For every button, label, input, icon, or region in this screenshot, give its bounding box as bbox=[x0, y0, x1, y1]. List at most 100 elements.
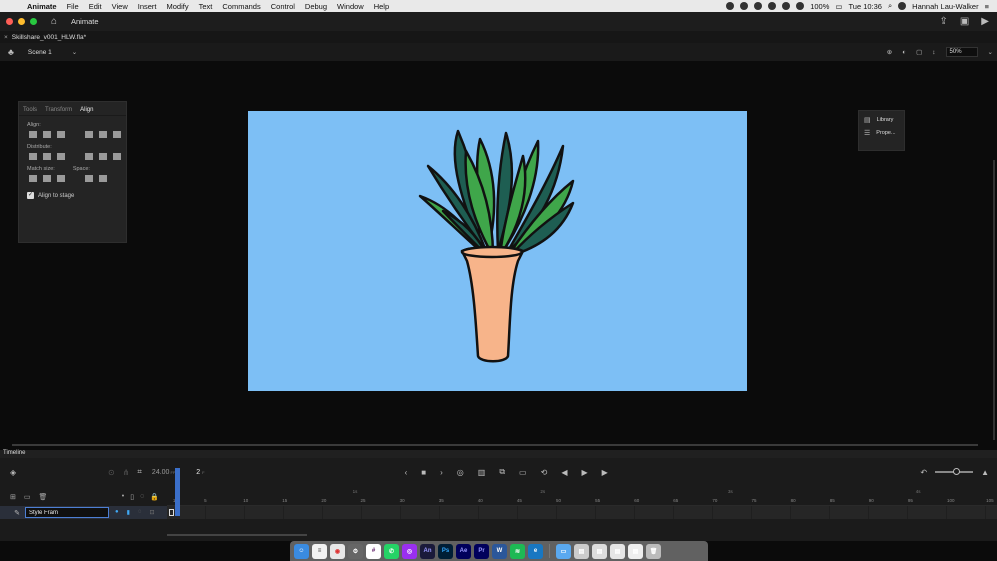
edge-icon[interactable]: e bbox=[528, 543, 543, 559]
menu-app-name[interactable]: Animate bbox=[22, 2, 62, 11]
slack-icon[interactable]: # bbox=[366, 543, 381, 559]
stage[interactable] bbox=[248, 111, 747, 391]
after-effects-icon[interactable]: Ae bbox=[456, 543, 471, 559]
tab-tools[interactable]: Tools bbox=[23, 107, 37, 115]
new-layer-icon[interactable]: ⊞ bbox=[10, 493, 16, 501]
align-to-stage-checkbox[interactable]: ✓ Align to stage bbox=[19, 182, 126, 199]
frames-row[interactable] bbox=[167, 506, 997, 519]
distribute-left-button[interactable] bbox=[85, 153, 93, 160]
layer-row[interactable]: ✎ ● ▮ ◌ ⊡ bbox=[0, 506, 167, 519]
stage-vertical-scrollbar[interactable] bbox=[993, 160, 995, 440]
share-icon[interactable]: ⇪ bbox=[939, 16, 947, 27]
repeat-icon[interactable]: ⟲ bbox=[541, 468, 548, 477]
fps-value[interactable]: 24.00 bbox=[152, 469, 170, 476]
parenting-icon[interactable]: ⋔ bbox=[123, 468, 130, 477]
downloads-folder-icon[interactable]: ▭ bbox=[556, 543, 571, 559]
control-center-icon[interactable]: ≡ bbox=[985, 2, 989, 11]
next-keyframe-icon[interactable]: › bbox=[440, 468, 443, 477]
align-left-button[interactable] bbox=[29, 131, 37, 138]
slider-handle[interactable] bbox=[953, 468, 961, 475]
zoom-chevron-icon[interactable]: ⌄ bbox=[988, 48, 993, 56]
space-vertical-button[interactable] bbox=[85, 175, 93, 182]
chevron-down-icon[interactable]: ⌄ bbox=[72, 48, 77, 56]
outline-icon[interactable]: ▯ bbox=[130, 493, 134, 501]
close-tab-icon[interactable]: × bbox=[4, 34, 8, 41]
library-item[interactable]: ▤ Library bbox=[859, 111, 904, 124]
prev-keyframe-icon[interactable]: ‹ bbox=[405, 468, 408, 477]
menu-view[interactable]: View bbox=[107, 2, 133, 11]
align-top-button[interactable] bbox=[85, 131, 93, 138]
menu-commands[interactable]: Commands bbox=[217, 2, 265, 11]
podcasts-icon[interactable]: ◎ bbox=[402, 543, 417, 559]
zoom-input[interactable]: 50% bbox=[945, 47, 978, 57]
match-width-button[interactable] bbox=[29, 175, 37, 182]
timeline-zoom-slider[interactable] bbox=[935, 468, 974, 475]
creative-cloud-icon[interactable] bbox=[754, 2, 763, 10]
frame-ruler[interactable]: 1510152025303540455055606570758085909510… bbox=[167, 488, 997, 506]
distribute-right-button[interactable] bbox=[113, 153, 121, 160]
record-icon[interactable] bbox=[726, 2, 735, 10]
layers-icon[interactable]: ◈ bbox=[10, 468, 16, 477]
menu-edit[interactable]: Edit bbox=[84, 2, 107, 11]
menu-debug[interactable]: Debug bbox=[300, 2, 332, 11]
match-height-button[interactable] bbox=[43, 175, 51, 182]
recent-file-4-icon[interactable]: ▤ bbox=[628, 543, 643, 559]
step-back-icon[interactable]: ◀︎ bbox=[561, 468, 567, 477]
user-name[interactable]: Hannah Lau-Walker bbox=[912, 2, 978, 11]
align-bottom-button[interactable] bbox=[113, 131, 121, 138]
battery-icon[interactable]: ▭ bbox=[835, 2, 842, 11]
center-frame-icon[interactable]: ⧉ bbox=[499, 467, 505, 477]
match-both-button[interactable] bbox=[57, 175, 65, 182]
scene-icon[interactable]: ♣ bbox=[8, 47, 14, 57]
document-tab[interactable]: Skillshare_v001_HLW.fla* bbox=[12, 34, 86, 41]
test-movie-icon[interactable]: ▶ bbox=[981, 16, 989, 27]
photoshop-icon[interactable]: Ps bbox=[438, 543, 453, 559]
highlight-icon[interactable]: • bbox=[122, 493, 124, 501]
recent-file-3-icon[interactable]: ▤ bbox=[610, 543, 625, 559]
spotify-icon[interactable]: ≋ bbox=[510, 543, 525, 559]
delete-layer-icon[interactable]: 🗑 bbox=[39, 493, 48, 501]
new-folder-icon[interactable]: ▭ bbox=[24, 493, 31, 501]
edit-multiple-frames-icon[interactable]: ▥ bbox=[478, 468, 486, 477]
menu-help[interactable]: Help bbox=[369, 2, 394, 11]
maximize-window-button[interactable] bbox=[30, 18, 37, 25]
volume-icon[interactable] bbox=[796, 2, 805, 10]
tab-align[interactable]: Align bbox=[80, 107, 93, 115]
mountain-icon[interactable]: ▲ bbox=[981, 468, 989, 477]
center-stage-icon[interactable]: ⊕ bbox=[887, 48, 892, 56]
notes-icon[interactable]: ≡ bbox=[312, 543, 327, 559]
onion-skin-icon[interactable]: ◎ bbox=[457, 468, 464, 477]
workspace-icon[interactable]: ▣ bbox=[960, 16, 969, 27]
loop-icon[interactable]: ▭ bbox=[519, 468, 527, 477]
undo-zoom-icon[interactable]: ↶ bbox=[920, 468, 927, 477]
spotlight-search-icon[interactable]: ⌕ bbox=[888, 1, 892, 11]
align-middle-v-button[interactable] bbox=[99, 131, 107, 138]
checkbox-checked-icon[interactable]: ✓ bbox=[27, 192, 34, 199]
tab-transform[interactable]: Transform bbox=[45, 107, 72, 115]
frames-area[interactable]: 1510152025303540455055606570758085909510… bbox=[167, 468, 997, 520]
fit-icon[interactable]: ↕ bbox=[932, 49, 935, 56]
align-center-h-button[interactable] bbox=[43, 131, 51, 138]
premiere-icon[interactable]: Pr bbox=[474, 543, 489, 559]
menu-file[interactable]: File bbox=[62, 2, 84, 11]
properties-item[interactable]: ☰ Prope... bbox=[859, 124, 904, 137]
wifi-icon[interactable] bbox=[782, 2, 791, 10]
scene-name[interactable]: Scene 1 bbox=[28, 49, 52, 56]
layer-outline-icon[interactable]: ▮ bbox=[127, 509, 130, 516]
menu-control[interactable]: Control bbox=[266, 2, 300, 11]
distribute-bottom-button[interactable] bbox=[57, 153, 65, 160]
menu-window[interactable]: Window bbox=[332, 2, 369, 11]
system-preferences-icon[interactable]: ⚙ bbox=[348, 543, 363, 559]
recent-file-2-icon[interactable]: ▤ bbox=[592, 543, 607, 559]
plant-illustration[interactable] bbox=[248, 111, 747, 391]
play-icon[interactable]: ▶ bbox=[581, 468, 587, 477]
close-window-button[interactable] bbox=[6, 18, 13, 25]
stage-horizontal-scrollbar[interactable] bbox=[12, 444, 978, 446]
minimize-window-button[interactable] bbox=[18, 18, 25, 25]
menu-text[interactable]: Text bbox=[194, 2, 218, 11]
layer-name-input[interactable] bbox=[25, 507, 109, 518]
layer-visibility-icon[interactable]: ◌ bbox=[138, 509, 142, 516]
distribute-top-button[interactable] bbox=[29, 153, 37, 160]
step-forward-icon[interactable]: ▶︎ bbox=[602, 468, 608, 477]
playhead[interactable] bbox=[175, 468, 180, 516]
